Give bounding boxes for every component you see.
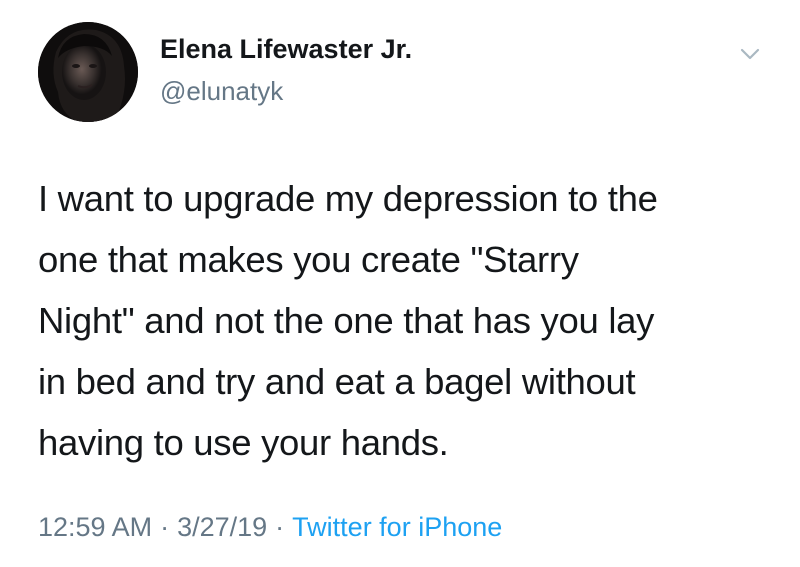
meta-separator: · bbox=[275, 512, 285, 542]
tweet-text-line: Night" and not the one that has you lay bbox=[38, 300, 655, 341]
tweet-text-line: in bed and try and eat a bagel without bbox=[38, 361, 636, 402]
display-name[interactable]: Elena Lifewaster Jr. bbox=[160, 34, 412, 65]
meta-separator: · bbox=[160, 512, 170, 542]
avatar-photo bbox=[38, 22, 138, 122]
tweet-meta: 12:59 AM · 3/27/19 · Twitter for iPhone bbox=[38, 512, 502, 543]
tweet-text-line: I want to upgrade my depression to the bbox=[38, 178, 658, 219]
chevron-down-icon[interactable] bbox=[736, 40, 764, 68]
tweet-time[interactable]: 12:59 AM bbox=[38, 512, 152, 542]
tweet-card: Elena Lifewaster Jr. @elunatyk I want to… bbox=[0, 0, 800, 567]
user-handle[interactable]: @elunatyk bbox=[160, 76, 283, 107]
tweet-text-line: one that makes you create "Starry bbox=[38, 239, 579, 280]
tweet-text: I want to upgrade my depression to the o… bbox=[38, 168, 768, 473]
tweet-date[interactable]: 3/27/19 bbox=[177, 512, 267, 542]
avatar[interactable] bbox=[38, 22, 138, 122]
tweet-text-line: having to use your hands. bbox=[38, 422, 449, 463]
tweet-source-link[interactable]: Twitter for iPhone bbox=[292, 512, 502, 542]
